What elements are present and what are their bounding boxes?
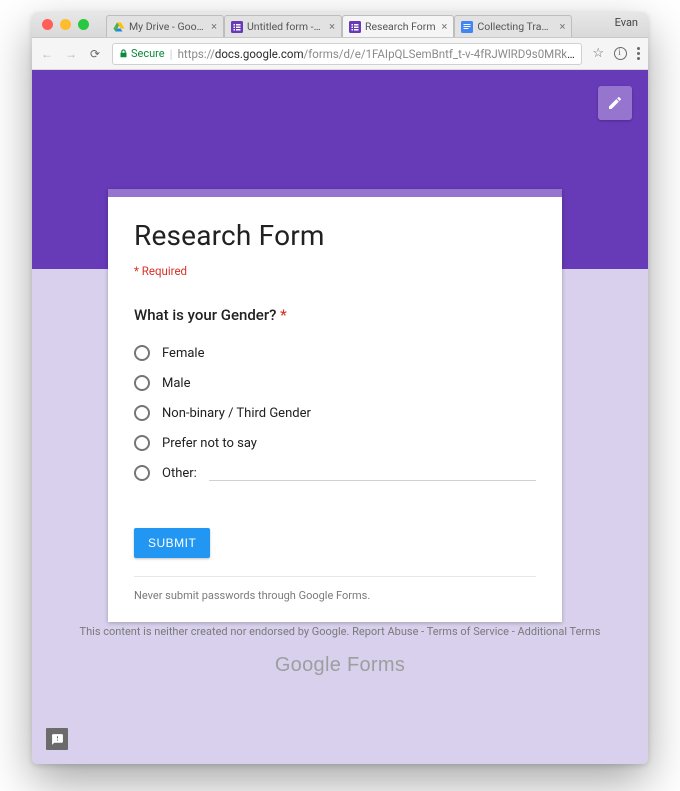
option-female[interactable]: Female	[134, 338, 536, 368]
option-other[interactable]: Other:	[134, 458, 536, 488]
option-label: Male	[162, 376, 190, 391]
other-text-input[interactable]	[209, 465, 536, 481]
reload-icon[interactable]: ⟳	[88, 47, 102, 61]
profile-name[interactable]: Evan	[615, 16, 638, 29]
close-icon[interactable]: ×	[211, 20, 217, 33]
page-viewport: Research Form * Required What is your Ge…	[32, 70, 648, 764]
window-minimize-button[interactable]	[60, 19, 71, 30]
password-warning: Never submit passwords through Google Fo…	[134, 576, 536, 602]
pencil-icon	[607, 95, 623, 111]
option-male[interactable]: Male	[134, 368, 536, 398]
browser-window: My Drive - Google D × Untitled form - Go…	[32, 12, 648, 764]
option-label: Non-binary / Third Gender	[162, 406, 311, 421]
additional-terms-link[interactable]: Additional Terms	[517, 625, 600, 638]
report-abuse-link[interactable]: Report Abuse	[352, 625, 418, 638]
required-note: * Required	[134, 264, 536, 278]
tab-research-form[interactable]: Research Form ×	[342, 15, 454, 37]
edit-form-button[interactable]	[598, 86, 632, 120]
tab-my-drive[interactable]: My Drive - Google D ×	[106, 15, 224, 37]
google-forms-logo[interactable]: Google Forms	[32, 654, 648, 677]
tab-label: My Drive - Google D	[129, 20, 205, 33]
close-icon[interactable]: ×	[560, 20, 566, 33]
address-bar[interactable]: Secure | https://docs.google.com/forms/d…	[112, 43, 582, 65]
back-icon[interactable]: ←	[40, 47, 54, 61]
bookmark-icon[interactable]: ☆	[592, 46, 604, 61]
secure-label: Secure	[131, 47, 165, 60]
docs-icon	[461, 21, 473, 33]
radio-icon[interactable]	[134, 345, 150, 361]
terms-link[interactable]: Terms of Service	[427, 625, 509, 638]
forms-icon	[231, 21, 243, 33]
submit-button[interactable]: SUBMIT	[134, 528, 210, 558]
lock-icon	[119, 48, 128, 59]
page-info-icon[interactable]	[614, 47, 627, 60]
url-text: https://docs.google.com/forms/d/e/1FAIpQ…	[178, 47, 576, 61]
radio-icon[interactable]	[134, 435, 150, 451]
option-nonbinary[interactable]: Non-binary / Third Gender	[134, 398, 536, 428]
tab-label: Research Form	[365, 20, 436, 33]
window-zoom-button[interactable]	[78, 19, 89, 30]
footer-disclaimer: This content is neither created nor endo…	[80, 625, 353, 638]
browser-toolbar: ← → ⟳ Secure | https://docs.google.com/f…	[32, 38, 648, 70]
required-asterisk: *	[280, 306, 287, 324]
tab-untitled-form[interactable]: Untitled form - Goo ×	[224, 15, 342, 37]
radio-icon[interactable]	[134, 465, 150, 481]
tab-label: Collecting Transgen	[477, 20, 553, 33]
form-card: Research Form * Required What is your Ge…	[108, 189, 562, 622]
feedback-icon	[51, 733, 64, 746]
tab-strip: My Drive - Google D × Untitled form - Go…	[106, 12, 648, 37]
option-label: Prefer not to say	[162, 436, 257, 451]
drive-icon	[113, 21, 125, 33]
tab-label: Untitled form - Goo	[247, 20, 323, 33]
form-footer: This content is neither created nor endo…	[32, 625, 648, 677]
option-label: Female	[162, 346, 204, 361]
window-titlebar: My Drive - Google D × Untitled form - Go…	[32, 12, 648, 38]
close-icon[interactable]: ×	[329, 20, 335, 33]
menu-icon[interactable]	[637, 47, 640, 60]
radio-icon[interactable]	[134, 375, 150, 391]
forward-icon[interactable]: →	[64, 47, 78, 61]
radio-icon[interactable]	[134, 405, 150, 421]
secure-badge: Secure	[119, 47, 165, 60]
question-label: What is your Gender? *	[134, 306, 536, 324]
close-icon[interactable]: ×	[442, 20, 448, 33]
tab-collecting-transgen[interactable]: Collecting Transgen ×	[454, 15, 572, 37]
option-prefer-not[interactable]: Prefer not to say	[134, 428, 536, 458]
form-title: Research Form	[134, 219, 536, 252]
feedback-button[interactable]	[46, 728, 68, 750]
option-label: Other:	[162, 466, 197, 481]
window-close-button[interactable]	[42, 19, 53, 30]
forms-icon	[349, 21, 361, 33]
